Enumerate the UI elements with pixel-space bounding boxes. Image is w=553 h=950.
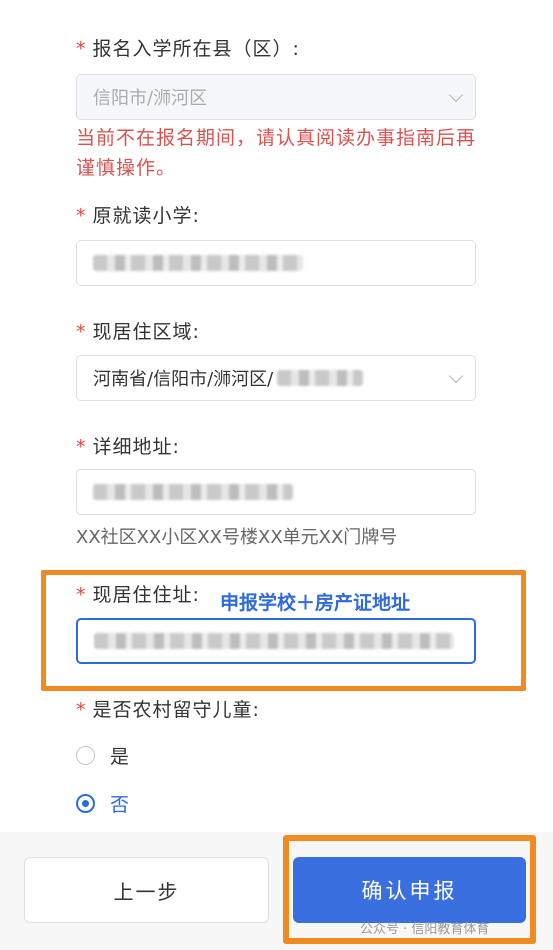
school-input[interactable] — [76, 240, 476, 286]
radio-no-label[interactable]: 否 — [110, 790, 129, 817]
required-star: * — [76, 205, 87, 227]
required-star: * — [76, 38, 87, 60]
address-hint: XX社区XX小区XX号楼XX单元XX门牌号 — [76, 527, 398, 548]
district-label: * 报名入学所在县（区）: — [76, 38, 300, 60]
school-label: * 原就读小学: — [76, 205, 200, 227]
required-star: * — [76, 436, 87, 458]
prev-step-button[interactable]: 上一步 — [24, 857, 269, 923]
chevron-down-icon — [448, 87, 464, 103]
residence-annotation: 申报学校＋房产证地址 — [220, 592, 411, 614]
chevron-down-icon — [448, 368, 464, 384]
address-input[interactable] — [76, 469, 476, 515]
blurred-value — [94, 633, 454, 649]
residence-label: * 现居住住址: — [76, 584, 200, 606]
radio-yes[interactable] — [76, 746, 95, 765]
residence-input[interactable] — [76, 618, 476, 664]
region-value: 河南省/信阳市/浉河区/ — [93, 369, 274, 390]
district-value: 信阳市/浉河区 — [93, 88, 208, 109]
district-select[interactable]: 信阳市/浉河区 — [76, 74, 476, 120]
region-label: * 现居住区域: — [76, 321, 200, 343]
required-star: * — [76, 321, 87, 343]
radio-yes-label[interactable]: 是 — [110, 742, 129, 769]
watermark: 公众号 · 信阳教育体育 — [360, 922, 490, 937]
region-select[interactable]: 河南省/信阳市/浉河区/ — [76, 355, 476, 401]
left-behind-label: * 是否农村留守儿童: — [76, 699, 260, 721]
required-star: * — [76, 699, 87, 721]
blurred-value — [277, 370, 364, 386]
blurred-value — [93, 484, 293, 500]
period-warning: 当前不在报名期间，请认真阅读办事指南后再谨慎操作。 — [76, 127, 477, 179]
blurred-value — [93, 255, 303, 271]
address-label: * 详细地址: — [76, 436, 180, 458]
radio-no[interactable] — [76, 794, 95, 813]
confirm-submit-button[interactable]: 确认申报 — [293, 857, 526, 923]
required-star: * — [76, 584, 87, 606]
